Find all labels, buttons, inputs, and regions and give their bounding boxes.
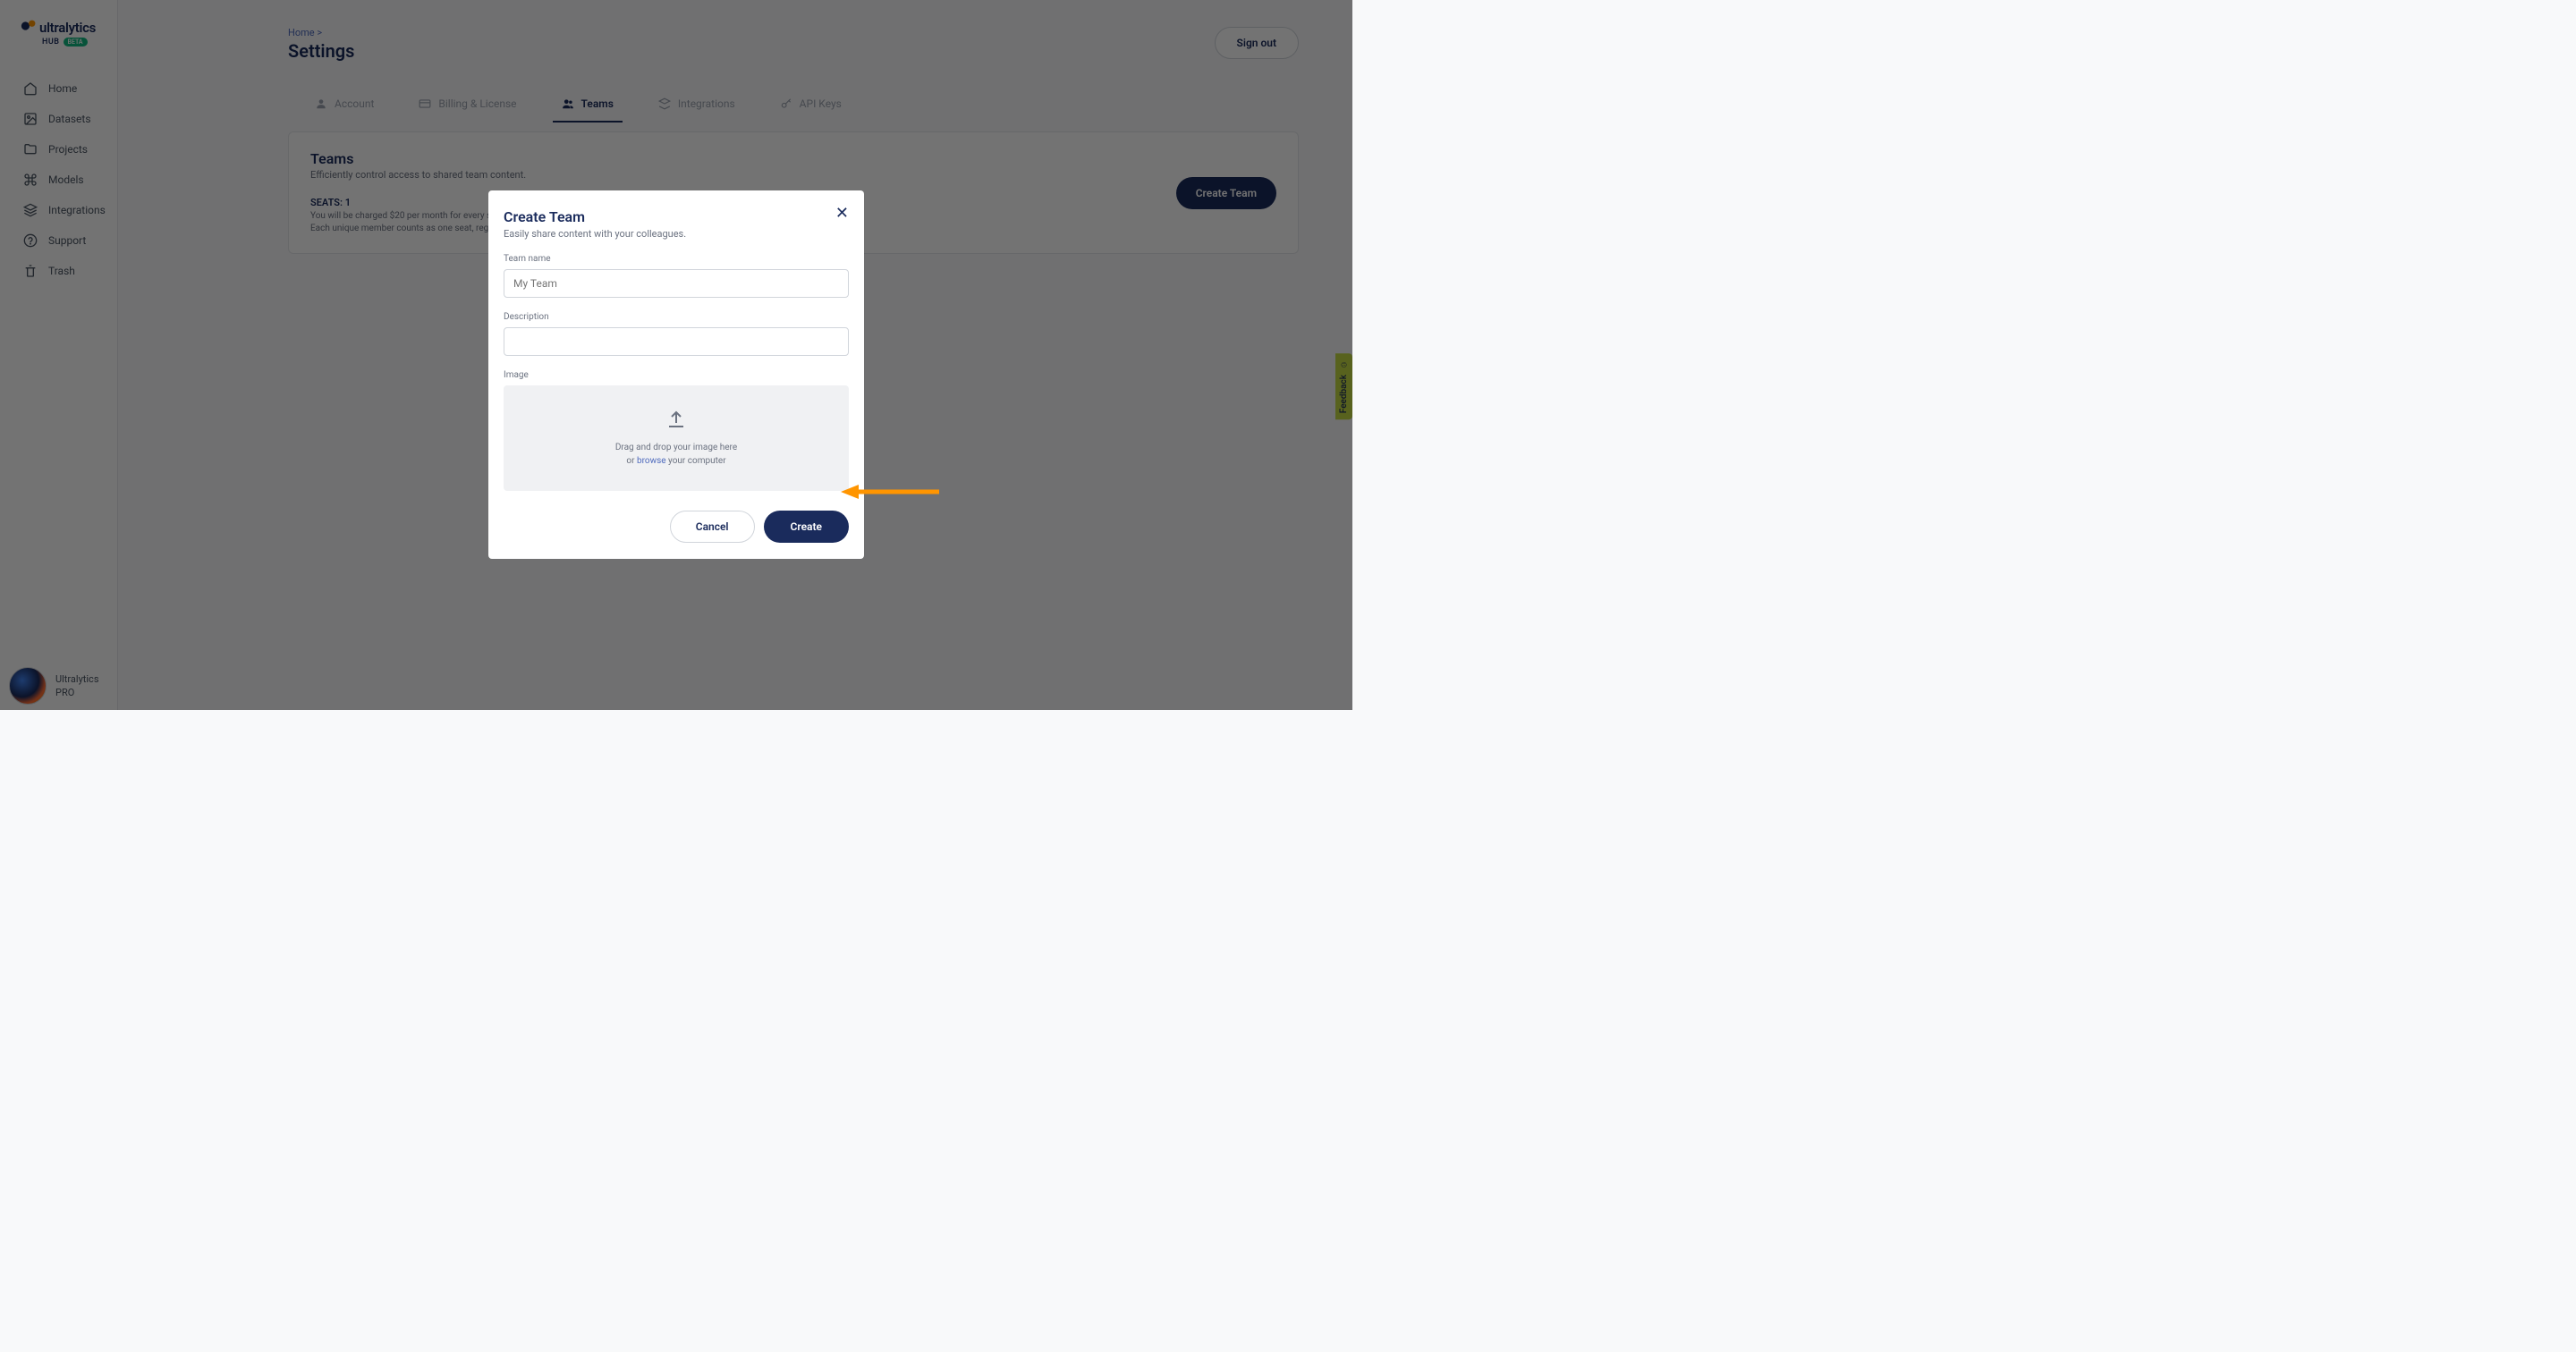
image-upload-area[interactable]: Drag and drop your image here or browse … <box>504 385 849 491</box>
cancel-button[interactable]: Cancel <box>670 511 755 543</box>
description-input[interactable] <box>504 327 849 356</box>
modal-subtitle: Easily share content with your colleague… <box>504 228 849 240</box>
upload-text: Drag and drop your image here or browse … <box>504 441 849 468</box>
close-icon[interactable]: ✕ <box>835 206 849 222</box>
image-label: Image <box>504 370 849 380</box>
upload-icon <box>504 409 849 434</box>
team-name-input[interactable] <box>504 269 849 298</box>
browse-link[interactable]: browse <box>637 456 666 466</box>
team-name-label: Team name <box>504 254 849 264</box>
modal-overlay: ✕ Create Team Easily share content with … <box>0 0 1352 710</box>
description-label: Description <box>504 312 849 322</box>
modal-title: Create Team <box>504 208 849 225</box>
create-button[interactable]: Create <box>764 511 849 543</box>
create-team-modal: ✕ Create Team Easily share content with … <box>488 190 864 559</box>
